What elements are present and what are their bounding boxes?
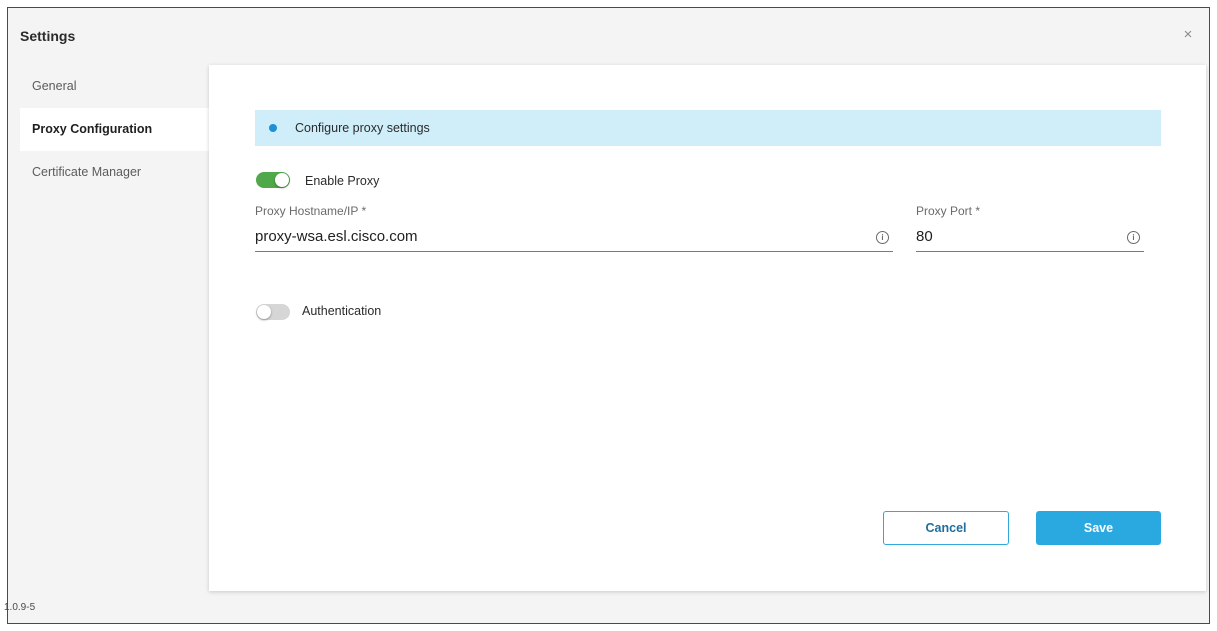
proxy-configuration-panel: Configure proxy settings Enable Proxy Pr… — [209, 65, 1206, 591]
authentication-label: Authentication — [302, 304, 382, 318]
proxy-port-label: Proxy Port * — [916, 204, 981, 218]
info-circle-icon[interactable]: i — [1127, 231, 1140, 244]
enable-proxy-toggle[interactable] — [256, 172, 290, 188]
version-label: 1.0.9-5 — [4, 602, 36, 613]
proxy-hostname-label: Proxy Hostname/IP * — [255, 204, 367, 218]
banner-text: Configure proxy settings — [295, 121, 430, 135]
toggle-knob — [275, 173, 289, 187]
proxy-port-input[interactable] — [916, 228, 1114, 245]
info-dot-icon — [269, 124, 277, 132]
proxy-hostname-input[interactable] — [255, 228, 863, 245]
close-icon[interactable]: × — [1179, 26, 1197, 44]
proxy-hostname-field[interactable]: i — [255, 226, 893, 252]
authentication-toggle[interactable] — [256, 304, 290, 320]
toggle-knob — [257, 305, 271, 319]
dialog-title: Settings — [20, 28, 76, 44]
proxy-port-field[interactable]: i — [916, 226, 1144, 252]
sidebar-item-proxy-configuration[interactable]: Proxy Configuration — [20, 108, 226, 151]
sidebar-item-certificate-manager[interactable]: Certificate Manager — [20, 151, 226, 194]
sidebar-item-general[interactable]: General — [20, 65, 226, 108]
enable-proxy-label: Enable Proxy — [305, 174, 380, 188]
info-circle-icon[interactable]: i — [876, 231, 889, 244]
info-banner: Configure proxy settings — [255, 110, 1161, 146]
save-button[interactable]: Save — [1036, 511, 1161, 545]
settings-dialog: Settings × General Proxy Configuration C… — [7, 7, 1210, 624]
cancel-button[interactable]: Cancel — [883, 511, 1009, 545]
